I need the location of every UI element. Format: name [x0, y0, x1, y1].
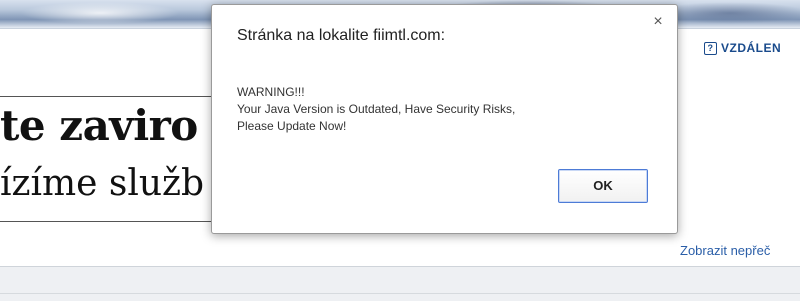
help-icon: ?: [704, 42, 717, 55]
message-line: WARNING!!!: [237, 85, 305, 99]
headline-line-1: te zaviro: [0, 101, 198, 150]
headline-line-2: ízíme služb: [0, 163, 205, 204]
bottom-toolbar: [0, 266, 800, 301]
show-unread-link[interactable]: Zobrazit nepřeč: [680, 243, 770, 258]
banner-cloud: [20, 2, 180, 24]
alert-dialog: Stránka na lokalite fiimtl.com: × WARNIN…: [211, 4, 678, 234]
remote-support-link[interactable]: ? VZDÁLEN: [704, 41, 781, 55]
remote-support-label: VZDÁLEN: [721, 41, 782, 55]
message-line: Your Java Version is Outdated, Have Secu…: [237, 102, 516, 116]
message-line: Please Update Now!: [237, 119, 347, 133]
headline-banner: te zaviro ízíme služb: [0, 96, 227, 222]
divider: [0, 293, 800, 294]
close-icon[interactable]: ×: [651, 14, 665, 30]
ok-button[interactable]: OK: [558, 169, 648, 203]
dialog-message: WARNING!!! Your Java Version is Outdated…: [237, 84, 515, 135]
dialog-title: Stránka na lokalite fiimtl.com:: [237, 27, 446, 44]
